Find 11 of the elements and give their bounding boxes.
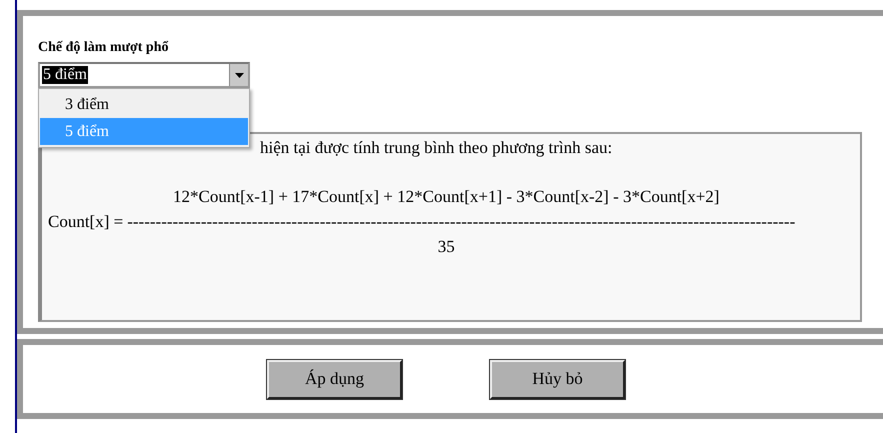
formula-lhs: Count[x] = [48,211,124,233]
formula-numerator: 12*Count[x-1] + 17*Count[x] + 12*Count[x+1] - 3*Count[x-2] - 3*Count[x+2] [173,186,720,208]
cancel-button[interactable]: Hủy bỏ [490,360,625,398]
smoothing-dropdown[interactable]: 5 điểm [38,62,250,88]
selected-value: 5 điểm [42,66,88,84]
fraction-line: ---------------------------------------------------------------------------------------------------------------------- [127,211,796,233]
dropdown-option[interactable]: 3 điểm [40,91,248,118]
description-text: hiện tại được tính trung bình theo phương trình sau: [259,138,612,158]
formula-denominator: 35 [438,236,455,258]
apply-button[interactable]: Áp dụng [267,360,402,398]
smoothing-label: Chế độ làm mượt phổ [38,40,170,57]
